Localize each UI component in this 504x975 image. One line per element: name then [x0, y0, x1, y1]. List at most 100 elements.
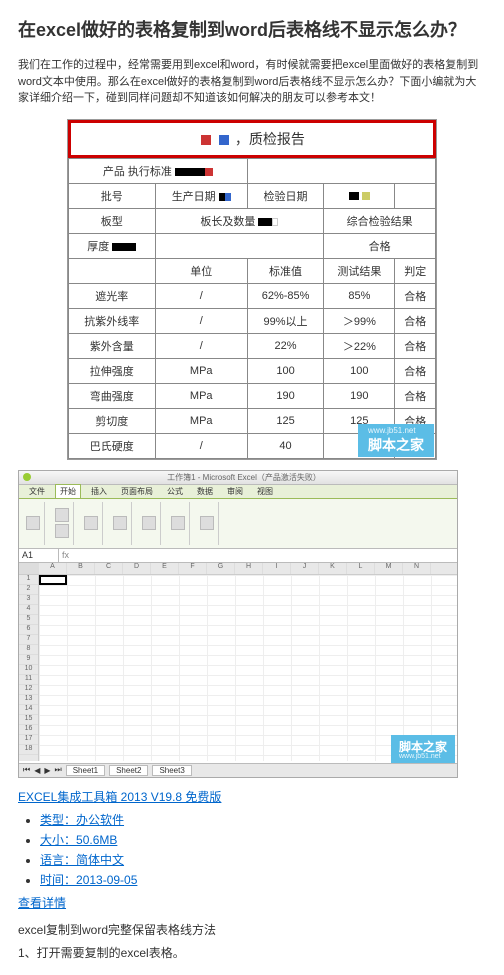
row-header[interactable]: 13 — [19, 695, 38, 705]
formula-bar: A1 fx — [19, 549, 457, 563]
row-header[interactable]: 3 — [19, 595, 38, 605]
table-cell: 综合检验结果 — [324, 208, 436, 233]
row-headers: 123456789101112131415161718 — [19, 575, 39, 761]
name-box[interactable]: A1 — [19, 549, 59, 562]
col-header[interactable]: G — [207, 563, 235, 574]
figure-word-table: ，质检报告 产品 执行标准 批号 生产日期 检验日期 板型 板长及数量 综合检验… — [67, 119, 437, 460]
row-header[interactable]: 15 — [19, 715, 38, 725]
table-cell: 板长及数量 — [155, 208, 324, 233]
col-header[interactable]: F — [179, 563, 207, 574]
nav-first-icon[interactable]: ⏮ — [23, 765, 30, 775]
table-cell: 100 — [324, 358, 395, 383]
row-header[interactable]: 14 — [19, 705, 38, 715]
view-detail-link[interactable]: 查看详情 — [18, 896, 66, 910]
row-header[interactable]: 1 — [19, 575, 38, 585]
col-header[interactable]: H — [235, 563, 263, 574]
row-header[interactable]: 11 — [19, 675, 38, 685]
section-heading: excel复制到word完整保留表格线方法 — [18, 921, 486, 938]
select-all-corner[interactable] — [19, 563, 39, 574]
row-header[interactable]: 7 — [19, 635, 38, 645]
font-icon[interactable] — [55, 508, 69, 522]
ribbon-tab[interactable]: 审阅 — [223, 485, 247, 498]
row-header[interactable]: 17 — [19, 735, 38, 745]
styles-icon[interactable] — [142, 516, 156, 530]
row-header[interactable]: 12 — [19, 685, 38, 695]
table-cell: 遮光率 — [69, 283, 156, 308]
bold-icon[interactable] — [55, 524, 69, 538]
col-header[interactable]: B — [67, 563, 95, 574]
color-block-icon — [219, 135, 229, 145]
col-header[interactable]: C — [95, 563, 123, 574]
nav-prev-icon[interactable]: ◀ — [34, 766, 40, 775]
download-title-link[interactable]: EXCEL集成工具箱 2013 V19.8 免费版 — [18, 790, 221, 804]
col-header[interactable]: M — [375, 563, 403, 574]
editing-icon[interactable] — [200, 516, 214, 530]
table-cell: ＞22% — [324, 333, 395, 358]
ribbon-tab[interactable]: 开始 — [55, 484, 81, 498]
table-cell — [395, 183, 436, 208]
col-header[interactable]: N — [403, 563, 431, 574]
window-title: 工作簿1 - Microsoft Excel（产品激活失败） — [35, 472, 453, 483]
fx-icon[interactable]: fx — [59, 549, 72, 562]
ribbon-tab[interactable]: 文件 — [25, 485, 49, 498]
row-header[interactable]: 8 — [19, 645, 38, 655]
table-cell: 产品 执行标准 — [69, 158, 248, 183]
number-icon[interactable] — [113, 516, 127, 530]
ribbon-tab[interactable]: 视图 — [253, 485, 277, 498]
row-header[interactable]: 2 — [19, 585, 38, 595]
ribbon-tab[interactable]: 数据 — [193, 485, 217, 498]
table-cell: 剪切度 — [69, 408, 156, 433]
row-header[interactable]: 5 — [19, 615, 38, 625]
col-header[interactable]: D — [123, 563, 151, 574]
table-cell: 合格 — [395, 333, 436, 358]
col-header[interactable]: K — [319, 563, 347, 574]
meta-time-link[interactable]: 时间：2013-09-05 — [40, 873, 137, 887]
meta-size-link[interactable]: 大小：50.6MB — [40, 833, 117, 847]
ribbon-tab[interactable]: 公式 — [163, 485, 187, 498]
sheet-tabs: ⏮ ◀ ▶ ⏭ Sheet1 Sheet2 Sheet3 — [19, 763, 457, 777]
table-cell: / — [155, 433, 247, 458]
col-header[interactable]: J — [291, 563, 319, 574]
col-header[interactable]: A — [39, 563, 67, 574]
cells-icon[interactable] — [171, 516, 185, 530]
table-header: 标准值 — [247, 258, 323, 283]
active-cell[interactable] — [39, 575, 67, 585]
table-cell: 合格 — [395, 383, 436, 408]
sheet-tab[interactable]: Sheet3 — [152, 765, 191, 776]
inspection-table: 产品 执行标准 批号 生产日期 检验日期 板型 板长及数量 综合检验结果 厚度 … — [68, 158, 436, 459]
table-header: 测试结果 — [324, 258, 395, 283]
nav-next-icon[interactable]: ▶ — [44, 766, 50, 775]
col-header[interactable]: L — [347, 563, 375, 574]
table-cell: / — [155, 283, 247, 308]
table-cell: 合格 — [395, 308, 436, 333]
table-cell — [155, 233, 324, 258]
ribbon-tab[interactable]: 页面布局 — [117, 485, 157, 498]
nav-last-icon[interactable]: ⏭ — [55, 765, 62, 775]
col-header[interactable]: I — [263, 563, 291, 574]
row-header[interactable]: 18 — [19, 745, 38, 755]
paste-icon[interactable] — [26, 516, 40, 530]
page-title: 在excel做好的表格复制到word后表格线不显示怎么办？ — [18, 18, 486, 43]
figure-excel-window: 工作簿1 - Microsoft Excel（产品激活失败） 文件 开始 插入 … — [18, 470, 458, 778]
ribbon-tab[interactable]: 插入 — [87, 485, 111, 498]
meta-type-link[interactable]: 类型：办公软件 — [40, 813, 124, 827]
row-header[interactable]: 6 — [19, 625, 38, 635]
cell-grid[interactable] — [39, 575, 457, 761]
row-header[interactable]: 9 — [19, 655, 38, 665]
row-header[interactable]: 16 — [19, 725, 38, 735]
table-cell: 紫外含量 — [69, 333, 156, 358]
report-title: ，质检报告 — [235, 131, 305, 147]
sheet-tab[interactable]: Sheet2 — [109, 765, 148, 776]
row-header[interactable]: 10 — [19, 665, 38, 675]
color-block-icon — [201, 135, 211, 145]
table-cell — [247, 158, 435, 183]
table-cell: ＞99% — [324, 308, 395, 333]
table-cell: 22% — [247, 333, 323, 358]
align-icon[interactable] — [84, 516, 98, 530]
meta-lang-link[interactable]: 语言：简体中文 — [40, 853, 124, 867]
col-header[interactable]: E — [151, 563, 179, 574]
table-cell: MPa — [155, 408, 247, 433]
intro-paragraph: 我们在工作的过程中，经常需要用到excel和word，有时候就需要把excel里… — [18, 57, 486, 107]
sheet-tab[interactable]: Sheet1 — [66, 765, 105, 776]
row-header[interactable]: 4 — [19, 605, 38, 615]
